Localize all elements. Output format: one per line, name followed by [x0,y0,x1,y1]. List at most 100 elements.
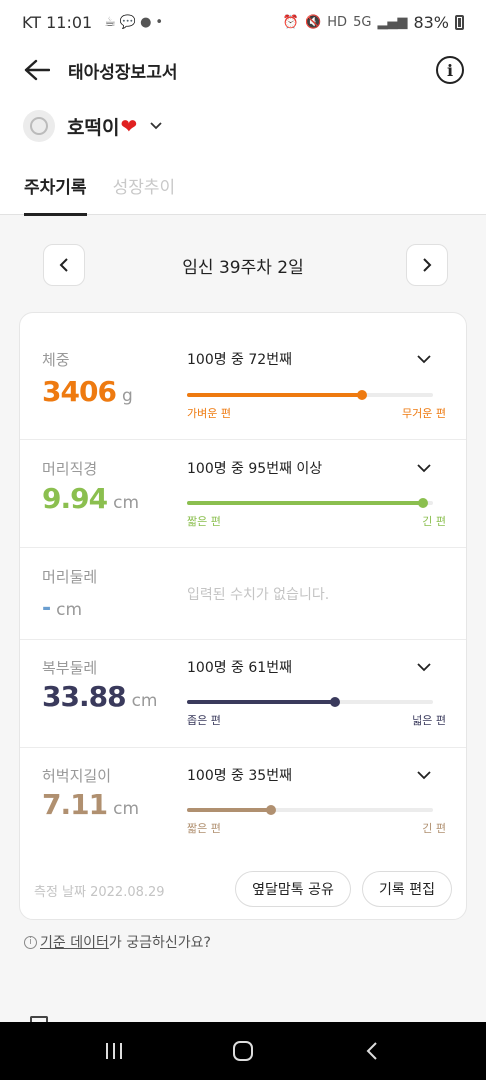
coffee-icon: ☕ [104,14,116,30]
scale-right-label: 긴 편 [422,515,446,528]
app-header: 태아성장보고서 i [0,44,486,96]
more-dot-icon: • [155,14,164,30]
baby-name: 호떡이 [67,116,120,139]
metric-value: - cm [42,596,82,621]
chevron-left-icon [59,258,68,272]
metric-weight: 체중 3406 g 100명 중 72번째 가벼운 편 무거운 편 [20,313,466,440]
metric-number: - [42,596,51,621]
edit-record-button[interactable]: 기록 편집 [362,871,452,907]
alarm-icon: ⏰ [282,14,300,30]
percentile-fill [187,808,271,812]
scale-right-label: 긴 편 [422,822,446,835]
percentile-fill [187,700,335,704]
metric-number: 3406 [42,375,117,408]
percentile-bar [187,498,433,508]
next-week-button[interactable] [406,244,448,286]
carrier-time: KT 11:01 [22,12,93,32]
metric-rank: 100명 중 72번째 [187,352,292,368]
scale-right-label: 넓은 편 [412,714,446,727]
metric-number: 33.88 [42,680,127,713]
metric-label: 체중 [42,351,70,369]
metric-unit: g [121,386,133,406]
percentile-dot [329,697,340,707]
percentile-dot [265,805,276,815]
scale-left-label: 좁은 편 [187,714,221,727]
info-button[interactable]: i [436,56,464,84]
percentile-bar [187,390,433,400]
metric-rank: 100명 중 35번째 [187,768,292,784]
chevron-down-icon[interactable] [416,460,432,476]
metric-femur-length: 허벅지길이 7.11 cm 100명 중 35번째 짧은 편 긴 편 [20,748,466,856]
metric-value: 3406 g [42,375,133,408]
metric-head-circumference: 머리둘레 - cm 입력된 수치가 없습니다. [20,548,466,640]
metric-value: 9.94 cm [42,482,139,515]
scale-left-label: 짧은 편 [187,822,221,835]
chevron-right-icon [423,258,432,272]
metric-label: 머리둘레 [42,568,98,586]
percentile-dot [418,498,429,508]
heart-icon: ❤ [120,114,138,138]
page-title: 태아성장보고서 [68,62,178,83]
metric-abdominal-circumference: 복부둘레 33.88 cm 100명 중 61번째 좁은 편 넓은 편 [20,640,466,748]
status-left: KT 11:01 ☕ 💬 ● • [22,13,163,32]
scale-left-label: 짧은 편 [187,515,221,528]
tab-bar: 주차기록 성장추이 [0,156,486,216]
metric-head-diameter: 머리직경 9.94 cm 100명 중 95번째 이상 짧은 편 긴 편 [20,440,466,548]
metric-rank: 100명 중 95번째 이상 [187,461,323,477]
reference-data-link[interactable]: 기준 데이터 [40,932,109,952]
baby-face-icon [30,117,48,135]
talk-icon: ● [140,14,152,30]
status-bar: KT 11:01 ☕ 💬 ● • ⏰ 🔇 HD 5G ▂▄▆ 83% [0,0,486,44]
scale-right-label: 무거운 편 [402,407,446,420]
battery-percent: 83% [413,12,449,32]
chevron-down-icon[interactable] [416,659,432,675]
chevron-down-icon[interactable] [416,767,432,783]
percentile-dot [356,390,367,400]
metric-label: 머리직경 [42,460,98,478]
tab-growth-trend[interactable]: 성장추이 [113,156,176,215]
metric-number: 7.11 [42,788,108,821]
metric-value: 33.88 cm [42,680,158,713]
metric-label: 허벅지길이 [42,767,112,785]
back-icon [366,1042,377,1060]
percentile-fill [187,501,424,505]
metric-rank: 100명 중 61번째 [187,660,292,676]
metric-unit: cm [113,493,140,513]
status-right: ⏰ 🔇 HD 5G ▂▄▆ 83% [283,13,464,32]
system-back-button[interactable] [352,1031,392,1071]
chevron-down-icon [150,122,162,130]
share-button[interactable]: 옆달맘톡 공유 [235,871,351,907]
empty-value-text: 입력된 수치가 없습니다. [187,587,330,603]
scale-left-label: 가벼운 편 [187,407,231,420]
metric-number: 9.94 [42,482,108,515]
metric-label: 복부둘레 [42,659,98,677]
back-button[interactable] [22,55,52,85]
system-nav-bar [0,1022,486,1080]
metric-unit: cm [113,799,140,819]
recent-apps-button[interactable] [94,1031,134,1071]
baby-selector[interactable]: 호떡이 ❤ [0,96,486,156]
growth-card: 체중 3406 g 100명 중 72번째 가벼운 편 무거운 편 머리직경 9… [19,312,467,920]
info-icon: i [446,60,454,80]
recent-apps-icon [106,1043,123,1059]
home-icon [232,1041,253,1061]
prev-week-button[interactable] [43,244,85,286]
chevron-down-icon[interactable] [416,351,432,367]
metric-unit: cm [56,600,83,620]
measure-date: 측정 날짜 2022.08.29 [34,885,165,900]
battery-icon [455,14,464,30]
hd-icon: HD [327,14,348,30]
home-button[interactable] [223,1031,263,1071]
mute-icon: 🔇 [305,14,322,30]
chat-icon: 💬 [119,14,137,30]
help-text: 가 궁금하신가요? [108,935,211,951]
percentile-bar [187,697,433,707]
metric-unit: cm [131,691,158,711]
network-icon: 5G [353,14,372,30]
help-row: i 기준 데이터 가 궁금하신가요? [24,932,211,952]
percentile-fill [187,393,362,397]
info-icon: i [24,935,37,949]
tab-weekly-record[interactable]: 주차기록 [24,156,87,216]
notification-icons: ☕ 💬 ● • [104,15,163,30]
metric-value: 7.11 cm [42,788,139,821]
